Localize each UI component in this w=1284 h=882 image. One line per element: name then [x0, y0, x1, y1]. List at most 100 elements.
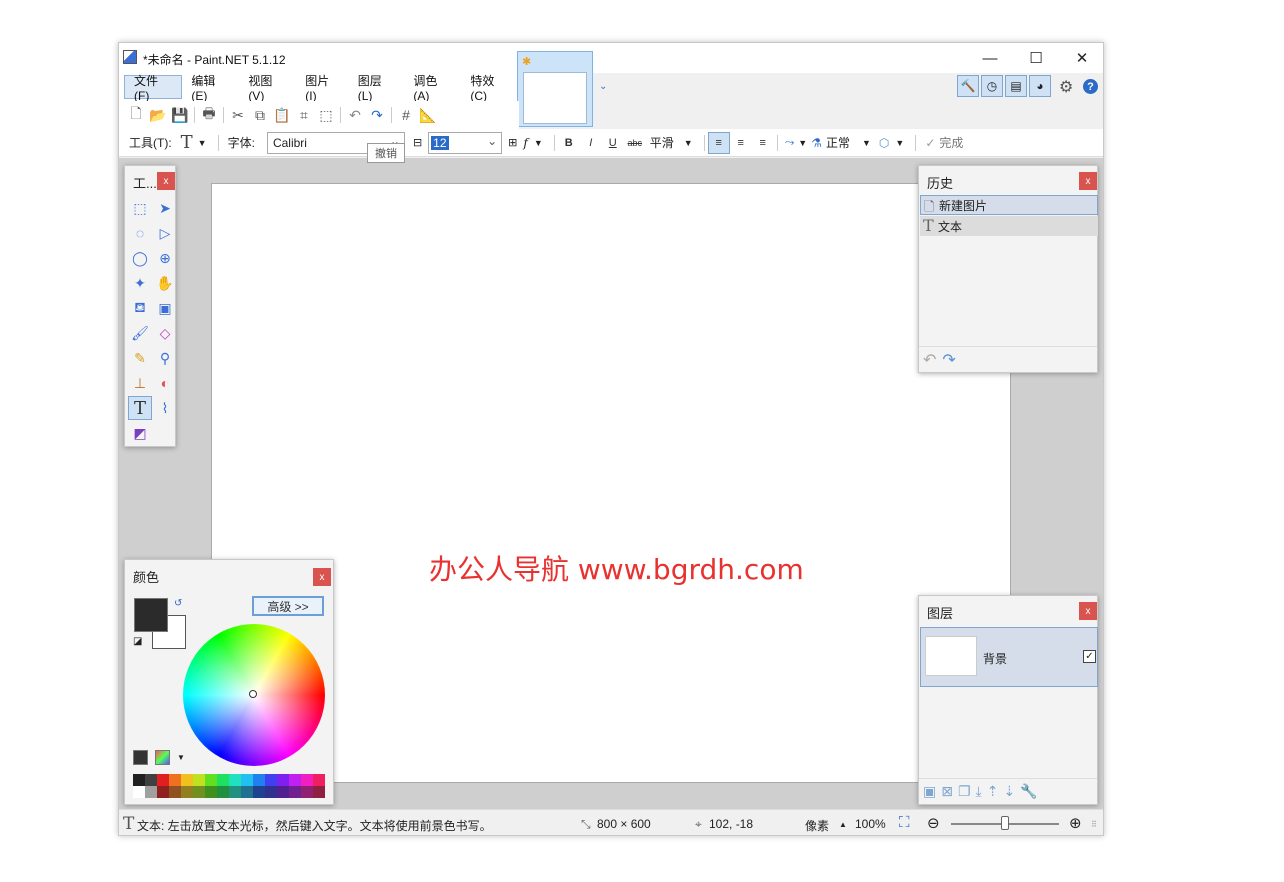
- palette-swatch[interactable]: [289, 786, 301, 798]
- palette-swatch[interactable]: [217, 786, 229, 798]
- antialiasing-select[interactable]: 平滑: [650, 134, 674, 151]
- palette-menu-icon[interactable]: [155, 750, 170, 765]
- swap-colors-icon[interactable]: ↺: [174, 598, 182, 609]
- history-item[interactable]: T 文本: [920, 216, 1098, 236]
- undo-icon[interactable]: ↶: [344, 104, 366, 126]
- antialiasing-dropdown-icon[interactable]: ▼: [684, 138, 693, 148]
- palette-swatch[interactable]: [133, 774, 145, 786]
- palette-swatch[interactable]: [313, 774, 325, 786]
- palette-swatch[interactable]: [241, 774, 253, 786]
- close-button[interactable]: ✕: [1059, 43, 1103, 73]
- palette-swatch[interactable]: [193, 786, 205, 798]
- move-layer-down-icon[interactable]: ⇣: [1003, 783, 1015, 800]
- pencil-tool-icon[interactable]: ✎: [128, 346, 152, 370]
- palette-swatch[interactable]: [193, 774, 205, 786]
- primary-color-swatch[interactable]: [134, 598, 168, 632]
- colors-panel-close-icon[interactable]: x: [313, 568, 331, 586]
- rectangle-select-tool-icon[interactable]: ⬚: [128, 196, 152, 220]
- blend-dropdown-icon[interactable]: ▼: [798, 138, 807, 148]
- save-icon[interactable]: 💾: [169, 104, 191, 126]
- palette-swatch[interactable]: [145, 774, 157, 786]
- history-toggle-icon[interactable]: ◷: [981, 75, 1003, 97]
- palette-swatch[interactable]: [169, 774, 181, 786]
- menu-adjustments[interactable]: 调色(A): [404, 74, 461, 103]
- palette-swatch[interactable]: [145, 786, 157, 798]
- advanced-colors-button[interactable]: 高级 >>: [252, 596, 324, 616]
- palette-swatch[interactable]: [181, 786, 193, 798]
- crop-icon[interactable]: ⌗: [293, 104, 315, 126]
- fit-to-window-icon[interactable]: ⛶: [899, 814, 910, 831]
- palette-swatch[interactable]: [205, 774, 217, 786]
- italic-button[interactable]: I: [580, 132, 602, 154]
- layers-panel-close-icon[interactable]: x: [1079, 602, 1097, 620]
- palette-swatch[interactable]: [133, 786, 145, 798]
- layer-properties-icon[interactable]: 🔧: [1020, 783, 1037, 800]
- palette-swatch[interactable]: [253, 774, 265, 786]
- eraser-tool-icon[interactable]: ◇: [153, 321, 177, 345]
- resize-grip-icon[interactable]: ⠿: [1091, 820, 1097, 829]
- font-size-select[interactable]: 12: [428, 131, 503, 154]
- palette-swatch[interactable]: [289, 774, 301, 786]
- zoom-level[interactable]: 100%: [855, 817, 886, 831]
- history-panel-close-icon[interactable]: x: [1079, 172, 1097, 190]
- palette-swatch[interactable]: [265, 774, 277, 786]
- palette-swatch[interactable]: [253, 786, 265, 798]
- deselect-icon[interactable]: ⬚: [315, 104, 337, 126]
- menu-layers[interactable]: 图层(L): [349, 74, 405, 103]
- align-center-icon[interactable]: ≡: [730, 132, 752, 154]
- text-tool-icon[interactable]: T: [128, 396, 152, 420]
- settings-gear-icon[interactable]: ⚙: [1059, 77, 1073, 97]
- colors-toggle-icon[interactable]: ◕: [1029, 75, 1051, 97]
- gradient-tool-icon[interactable]: ▣: [153, 296, 177, 320]
- help-icon[interactable]: ?: [1083, 79, 1098, 94]
- palette-swatch[interactable]: [313, 786, 325, 798]
- zoom-out-icon[interactable]: ⊖: [927, 814, 940, 832]
- palette-swatch[interactable]: [229, 786, 241, 798]
- font-style-icon[interactable]: f: [523, 136, 527, 150]
- palette-swatch[interactable]: [169, 786, 181, 798]
- palette-swatch[interactable]: [277, 774, 289, 786]
- layers-toggle-icon[interactable]: ▤: [1005, 75, 1027, 97]
- print-icon[interactable]: 🖶: [198, 104, 220, 126]
- menu-view[interactable]: 视图(V): [239, 74, 296, 103]
- move-selection-tool-icon[interactable]: ▷: [153, 221, 177, 245]
- history-item[interactable]: 🗋 新建图片: [920, 195, 1098, 215]
- history-redo-icon[interactable]: ↷: [942, 350, 955, 370]
- blend-mode-icon[interactable]: ⤳: [785, 135, 795, 150]
- palette-swatch[interactable]: [277, 786, 289, 798]
- palette-swatch[interactable]: [181, 774, 193, 786]
- layer-visibility-checkbox[interactable]: ✓: [1083, 650, 1096, 663]
- blend-mode-select[interactable]: 正常: [826, 134, 850, 151]
- line-curve-tool-icon[interactable]: ⌇: [153, 396, 177, 420]
- menu-image[interactable]: 图片(I): [296, 74, 348, 103]
- move-selected-tool-icon[interactable]: ➤: [153, 196, 177, 220]
- lasso-select-tool-icon[interactable]: ◌: [128, 221, 152, 245]
- add-layer-icon[interactable]: ▣: [923, 783, 936, 800]
- layer-row[interactable]: 背景 ✓: [920, 627, 1098, 687]
- align-right-icon[interactable]: ≡: [752, 132, 774, 154]
- pan-tool-icon[interactable]: ✋: [153, 271, 177, 295]
- menu-effects[interactable]: 特效(C): [461, 74, 519, 103]
- add-palette-color-icon[interactable]: [133, 750, 148, 765]
- ruler-icon[interactable]: 📐: [417, 104, 439, 126]
- new-file-icon[interactable]: 🗋: [125, 104, 147, 126]
- tool-dropdown-arrow-icon[interactable]: ▼: [198, 138, 207, 148]
- paste-icon[interactable]: 📋: [271, 104, 293, 126]
- redo-icon[interactable]: ↷: [366, 104, 388, 126]
- copy-icon[interactable]: ⧉: [249, 104, 271, 126]
- zoom-slider-thumb[interactable]: [1001, 816, 1009, 830]
- grid-icon[interactable]: #: [395, 104, 417, 126]
- palette-swatch[interactable]: [241, 786, 253, 798]
- blend-mode-dropdown-icon[interactable]: ▼: [862, 138, 871, 148]
- unit-dropdown-icon[interactable]: ▲: [839, 820, 847, 829]
- paint-bucket-tool-icon[interactable]: ⛾: [128, 296, 152, 320]
- tools-toggle-icon[interactable]: 🔨: [957, 75, 979, 97]
- clone-stamp-tool-icon[interactable]: ⊥: [128, 371, 152, 395]
- move-layer-up-icon[interactable]: ⇡: [987, 783, 999, 800]
- cut-icon[interactable]: ✂: [227, 104, 249, 126]
- reset-colors-icon[interactable]: ◪: [133, 636, 142, 647]
- color-palette[interactable]: [133, 774, 325, 798]
- color-picker-tool-icon[interactable]: ⚲: [153, 346, 177, 370]
- clipping-dropdown-icon[interactable]: ▼: [895, 138, 904, 148]
- open-file-icon[interactable]: 📂: [147, 104, 169, 126]
